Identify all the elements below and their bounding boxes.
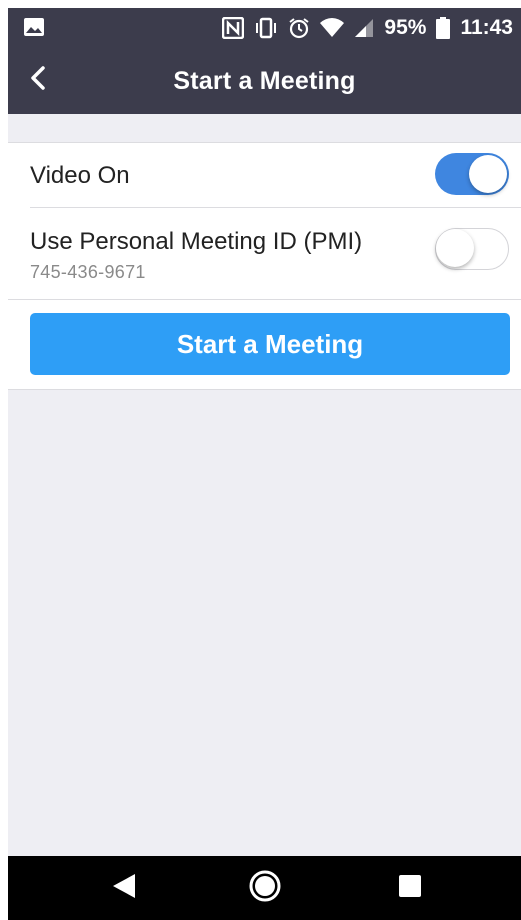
pmi-label: Use Personal Meeting ID (PMI) <box>30 228 363 255</box>
pmi-toggle[interactable] <box>435 228 509 270</box>
toggle-knob <box>436 229 474 267</box>
pmi-meeting-id: 745-436-9671 <box>30 262 146 282</box>
video-on-toggle[interactable] <box>435 153 509 195</box>
cell-signal-icon <box>354 18 374 38</box>
vibrate-icon <box>254 17 278 39</box>
alarm-icon <box>288 17 310 39</box>
system-nav-bar <box>8 856 521 920</box>
home-circle-icon <box>248 869 282 908</box>
pmi-row[interactable]: Use Personal Meeting ID (PMI) 745-436-96… <box>8 208 521 298</box>
clock: 11:43 <box>460 16 513 39</box>
system-recents-button[interactable] <box>390 868 430 908</box>
image-notification-icon <box>24 18 44 36</box>
back-triangle-icon <box>111 872 137 905</box>
video-on-row[interactable]: Video On <box>8 143 521 207</box>
system-back-button[interactable] <box>104 868 144 908</box>
battery-icon <box>436 17 451 39</box>
video-on-label: Video On <box>30 162 130 189</box>
screen: 95% 11:43 Start a Meeting Video On Use P… <box>8 8 521 920</box>
status-bar: 95% 11:43 <box>8 8 521 48</box>
divider <box>8 299 521 300</box>
toggle-knob <box>469 155 507 193</box>
start-meeting-button[interactable]: Start a Meeting <box>30 313 510 375</box>
system-home-button[interactable] <box>245 868 285 908</box>
header: Start a Meeting <box>8 48 521 114</box>
meeting-options-panel: Video On Use Personal Meeting ID (PMI) 7… <box>8 142 521 390</box>
status-icons: 95% 11:43 <box>222 8 513 48</box>
wifi-icon <box>320 18 345 38</box>
page-title: Start a Meeting <box>173 67 356 95</box>
nfc-icon <box>222 17 245 39</box>
battery-percent: 95% <box>384 16 427 39</box>
recents-square-icon <box>398 874 422 903</box>
